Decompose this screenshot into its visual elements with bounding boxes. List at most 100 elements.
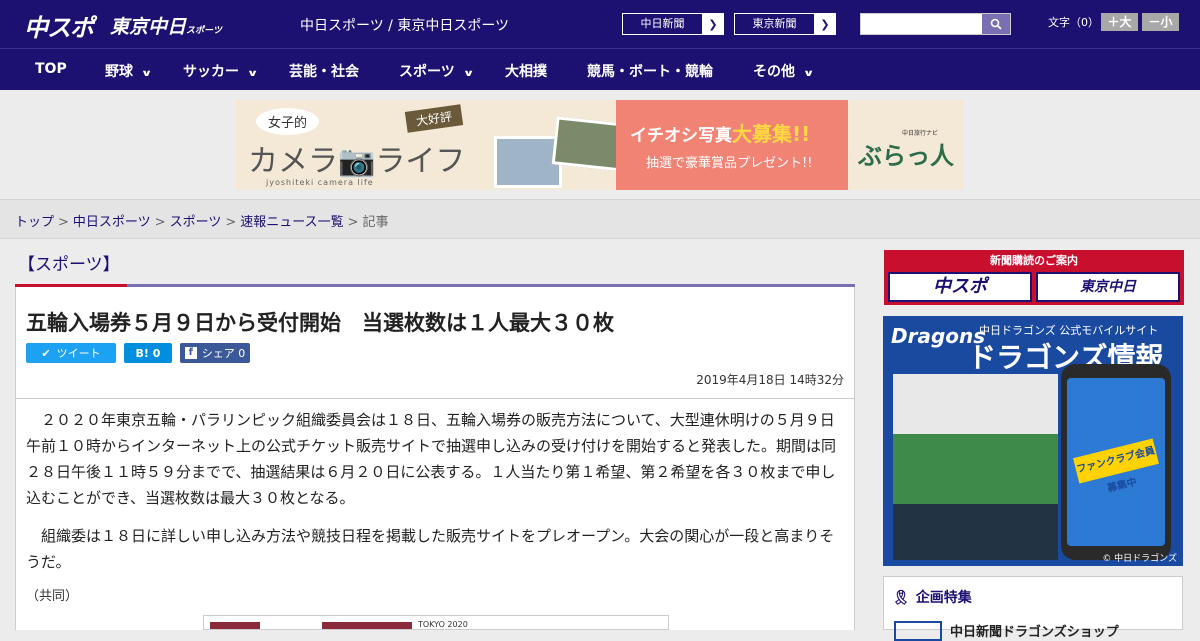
tweet-label: ツイート <box>56 347 101 360</box>
facebook-share-button[interactable]: f シェア 0 <box>180 343 250 363</box>
dragons-shop-thumbnail[interactable] <box>894 621 942 641</box>
facebook-label: シェア 0 <box>201 347 246 360</box>
banner-ichioshi-b: 大募集!! <box>732 122 811 146</box>
phone-screen: ファンクラブ会員募集中 <box>1067 378 1165 546</box>
breadcrumb-news-list[interactable]: 速報ニュース一覧 <box>240 215 343 230</box>
nav-label: TOP <box>35 61 67 77</box>
chevron-down-icon: ∨ <box>140 69 153 79</box>
camera-life-banner[interactable]: 女子的 カメラ📷ライフ jyoshiteki camera life 大好評 イ… <box>236 100 964 190</box>
article-body: ２０２０年東京五輪・パラリンピック組織委員会は１８日、五輪入場券の販売方法につい… <box>26 407 846 587</box>
breadcrumb-separator: > <box>347 215 359 230</box>
font-smaller-button[interactable]: －小 <box>1142 13 1179 31</box>
ribbon-icon: 🎗 <box>892 590 910 606</box>
category-heading: 【スポーツ】 <box>18 255 120 275</box>
nav-label: 競馬・ボート・競輪 <box>587 64 713 80</box>
article: 五輪入場券５月９日から受付開始 当選枚数は１人最大３０枚 ✔ ツイート B! 0 … <box>15 287 855 630</box>
top-header: 中スポ 東京中日スポーツ 中日スポーツ / 東京中日スポーツ 中日新聞 ❯ 東京… <box>0 0 1200 48</box>
article-headline: 五輪入場券５月９日から受付開始 当選枚数は１人最大３０枚 <box>26 311 614 335</box>
article-date: 2019年4月18日 14時32分 <box>696 373 844 387</box>
banner-left-panel: 女子的 カメラ📷ライフ jyoshiteki camera life 大好評 <box>236 100 631 190</box>
hatena-bookmark-button[interactable]: B! 0 <box>124 343 172 363</box>
banner-subtitle: jyoshiteki camera life <box>266 178 374 187</box>
chevron-right-icon: ❯ <box>815 14 835 34</box>
tokyo-link-label: 東京新聞 <box>735 14 815 34</box>
subscription-title: 新聞購読のご案内 <box>990 254 1078 267</box>
chunichi-link-label: 中日新聞 <box>623 14 703 34</box>
photo-shape <box>322 622 412 629</box>
banner-joshi: 女子的 <box>256 108 320 135</box>
nav-label: サッカー <box>183 64 239 80</box>
banner-burattabi: ぶらっ人 <box>858 142 954 170</box>
breadcrumb-separator: > <box>58 215 69 230</box>
hatena-label: B! 0 <box>135 346 161 360</box>
article-photo[interactable]: TOKYO 2020 <box>203 615 669 630</box>
breadcrumb-current: 記事 <box>362 215 389 230</box>
stats-panel-image <box>893 504 1058 560</box>
facebook-icon: f <box>184 347 197 359</box>
nav-item-entertainment[interactable]: 芸能・社会 <box>289 61 359 81</box>
photo-shape <box>210 622 260 629</box>
nav-item-sumo[interactable]: 大相撲 <box>505 61 547 81</box>
banner-camera-life: カメラ📷ライフ <box>248 144 466 179</box>
nav-item-top[interactable]: TOP <box>35 61 67 77</box>
banner-ichioshi-a: イチオシ写真 <box>630 126 732 146</box>
main-nav: TOP 野球 ∨ サッカー ∨ 芸能・社会 スポーツ ∨ 大相撲 競馬・ボート・競輪 … <box>0 48 1200 90</box>
chevron-right-icon: ❯ <box>703 14 723 34</box>
nav-item-soccer[interactable]: サッカー ∨ <box>183 61 259 81</box>
chevron-down-icon: ∨ <box>246 69 259 79</box>
nav-item-sports[interactable]: スポーツ ∨ <box>399 61 475 81</box>
banner-present: 抽選で豪華賞品プレゼント!! <box>646 156 813 171</box>
tokyo-shimbun-link[interactable]: 東京新聞 ❯ <box>734 13 836 35</box>
tokyo-logo-small: スポーツ <box>186 26 222 36</box>
banner-right-panel: イチオシ写真大募集!! 抽選で豪華賞品プレゼント!! <box>616 100 856 190</box>
breadcrumb-top[interactable]: トップ <box>15 215 54 230</box>
chevron-down-icon: ∨ <box>802 69 815 79</box>
fanclub-banner: ファンクラブ会員募集中 <box>1073 438 1159 495</box>
dragons-mobile-banner[interactable]: Dragons 中日ドラゴンズ 公式モバイルサイト ドラゴンズ情報 ファンクラブ… <box>883 316 1183 566</box>
breadcrumb-chuspo[interactable]: 中日スポーツ <box>73 215 151 230</box>
phone-image: ファンクラブ会員募集中 <box>1061 364 1171 560</box>
nav-item-racing[interactable]: 競馬・ボート・競輪 <box>587 61 713 81</box>
breadcrumb-bar: トップ > 中日スポーツ > スポーツ > 速報ニュース一覧 > 記事 <box>0 199 1200 239</box>
nav-item-other[interactable]: その他 ∨ <box>753 61 815 81</box>
baseball-field-image <box>893 434 1058 504</box>
chevron-down-icon: ∨ <box>462 69 475 79</box>
special-features-box: 🎗 企画特集 中日新聞ドラゴンズショップ <box>883 576 1183 641</box>
breadcrumb-separator: > <box>225 215 237 230</box>
headline-box: 五輪入場券５月９日から受付開始 当選枚数は１人最大３０枚 ✔ ツイート B! 0 … <box>16 287 854 399</box>
nav-item-baseball[interactable]: 野球 ∨ <box>105 61 153 81</box>
subscription-ad: 新聞購読のご案内 中スポ 東京中日 <box>884 250 1184 305</box>
search-input[interactable] <box>860 13 1011 35</box>
twitter-icon: ✔ <box>41 346 51 360</box>
article-credit: （共同） <box>26 589 79 604</box>
nav-label: 野球 <box>105 64 133 80</box>
chuspo-subscribe-button[interactable]: 中スポ <box>888 272 1032 302</box>
chunichi-shimbun-link[interactable]: 中日新聞 ❯ <box>622 13 724 35</box>
tokyo-chunichi-subscribe-button[interactable]: 東京中日 <box>1036 272 1180 302</box>
nav-label: スポーツ <box>399 64 455 80</box>
special-features-label: 企画特集 <box>915 590 972 606</box>
font-bigger-button[interactable]: ＋大 <box>1101 13 1138 31</box>
search-button[interactable] <box>982 14 1010 34</box>
breadcrumb: トップ > 中日スポーツ > スポーツ > 速報ニュース一覧 > 記事 <box>15 211 389 230</box>
nav-label: 芸能・社会 <box>289 64 359 80</box>
banner-far-panel: 中日旅行ナビ ぶらっ人 <box>848 100 964 190</box>
article-paragraph: ２０２０年東京五輪・パラリンピック組織委員会は１８日、五輪入場券の販売方法につい… <box>26 411 837 507</box>
nav-label: その他 <box>753 64 795 80</box>
dragons-shop-link[interactable]: 中日新聞ドラゴンズショップ <box>950 621 1119 640</box>
special-features-title: 🎗 企画特集 <box>892 587 972 607</box>
banner-ichioshi: イチオシ写真大募集!! <box>630 118 810 147</box>
banner-daikouhyo: 大好評 <box>404 104 464 133</box>
font-size-label: 文字（0） <box>1048 16 1099 29</box>
breadcrumb-separator: > <box>154 215 166 230</box>
breadcrumb-sports[interactable]: スポーツ <box>170 215 222 230</box>
tokyo-logo-text: 東京中日 <box>110 16 187 38</box>
dragons-scoreboard-image <box>893 374 1058 560</box>
photo-text: TOKYO 2020 <box>418 620 468 629</box>
search-icon <box>990 18 1002 30</box>
site-name[interactable]: 中日スポーツ / 東京中日スポーツ <box>300 15 509 35</box>
tweet-button[interactable]: ✔ ツイート <box>26 343 116 363</box>
tokyo-chunichi-logo[interactable]: 東京中日スポーツ <box>110 12 222 39</box>
article-paragraph: 組織委は１８日に詳しい申し込み方法や競技日程を掲載した販売サイトをプレオープン。… <box>26 527 835 571</box>
chuspo-logo[interactable]: 中スポ <box>24 8 94 43</box>
